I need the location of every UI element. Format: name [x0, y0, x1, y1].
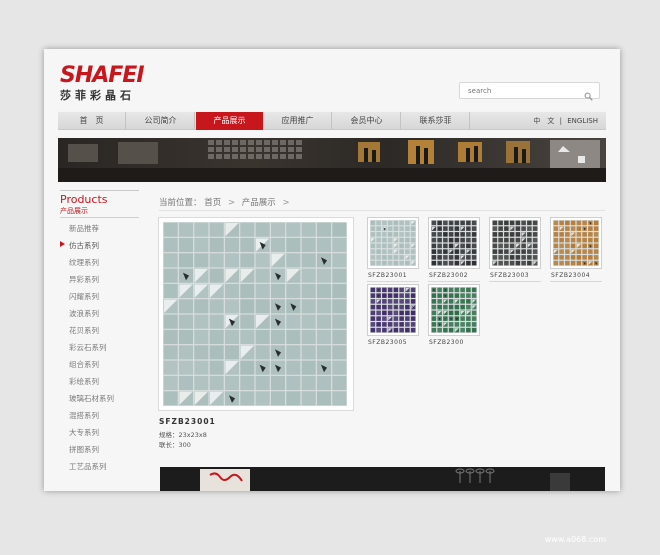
product-specs: 规格：23x23x8 联长：300	[159, 430, 207, 450]
category-list: 新品推荐 仿古系列 纹理系列 异彩系列 闪耀系列 波浪系列 花贝系列 彩云石系列…	[59, 223, 139, 478]
spec-label: 规格：	[159, 431, 179, 439]
category-label: 彩绘系列	[69, 377, 99, 386]
sidebar-title: Products	[60, 193, 108, 206]
search-icon[interactable]	[584, 86, 593, 101]
product-thumbnail[interactable]	[367, 217, 419, 269]
category-item-cloudstone[interactable]: 彩云石系列	[59, 342, 139, 359]
price-label: 联长：	[159, 441, 179, 449]
breadcrumb-home[interactable]: 首页	[204, 198, 221, 208]
sidebar-divider	[60, 217, 139, 218]
category-label: 花贝系列	[69, 326, 99, 335]
thumbnail-divider	[367, 281, 419, 282]
nav-about[interactable]: 公司简介	[127, 112, 195, 130]
logo-wordmark: SHAFEI	[60, 63, 145, 88]
lang-chinese[interactable]: 中 文	[533, 117, 554, 125]
application-photo	[160, 467, 605, 491]
watermark: www.a068.com	[544, 535, 606, 544]
category-item-shell[interactable]: 花贝系列	[59, 325, 139, 342]
spec-value: 23x23x8	[178, 431, 207, 439]
lang-separator: |	[559, 117, 562, 125]
category-item-iridescent[interactable]: 异彩系列	[59, 274, 139, 291]
logo[interactable]: SHAFEI 莎菲彩晶石	[60, 63, 160, 107]
logo-chinese: 莎菲彩晶石	[60, 89, 135, 102]
page-card: SHAFEI 莎菲彩晶石 首 页 公司简介 产品展示 应用推广 会员中心 联系莎…	[44, 49, 620, 491]
category-item-puzzle[interactable]: 拼图系列	[59, 444, 139, 461]
category-item-craft[interactable]: 工艺品系列	[59, 461, 139, 478]
thumbnail-divider	[489, 281, 541, 282]
product-thumbnail[interactable]	[428, 217, 480, 269]
category-label: 异彩系列	[69, 275, 99, 284]
language-switch: 中 文 | ENGLISH	[533, 112, 598, 130]
category-label: 玻璃石材系列	[69, 394, 114, 403]
product-code: SFZB23001	[159, 417, 216, 426]
category-label: 新品推荐	[69, 224, 99, 233]
main-nav: 首 页 公司简介 产品展示 应用推广 会员中心 联系莎菲 中 文 | ENGLI…	[58, 111, 606, 130]
nav-applications[interactable]: 应用推广	[264, 112, 332, 130]
category-item-large[interactable]: 大专系列	[59, 427, 139, 444]
nav-products[interactable]: 产品展示	[196, 112, 263, 130]
category-label: 拼图系列	[69, 445, 99, 454]
category-item-sparkle[interactable]: 闪耀系列	[59, 291, 139, 308]
nav-members[interactable]: 会员中心	[333, 112, 401, 130]
category-item-texture[interactable]: 纹理系列	[59, 257, 139, 274]
chevron-right-icon: >	[282, 198, 290, 208]
lang-english[interactable]: ENGLISH	[567, 117, 598, 125]
sidebar-subtitle: 产品展示	[60, 207, 88, 215]
breadcrumb-prefix: 当前位置：	[159, 198, 202, 208]
breadcrumb-products[interactable]: 产品展示	[242, 198, 276, 208]
category-item-wave[interactable]: 波浪系列	[59, 308, 139, 325]
search-box	[459, 82, 600, 101]
category-label: 组合系列	[69, 360, 99, 369]
product-main-image[interactable]	[158, 217, 354, 411]
chevron-right-icon: >	[227, 198, 236, 208]
category-label: 闪耀系列	[69, 292, 99, 301]
thumbnail-code: SFZB23004	[551, 272, 591, 279]
thumbnail-code: SFZB23001	[368, 272, 408, 279]
sidebar-top-divider	[60, 190, 139, 191]
breadcrumb-divider	[159, 210, 605, 211]
nav-contact[interactable]: 联系莎菲	[402, 112, 470, 130]
thumbnail-code: SFZB23005	[368, 339, 408, 346]
category-label: 纹理系列	[69, 258, 99, 267]
category-label: 大专系列	[69, 428, 99, 437]
breadcrumb: 当前位置： 首页 > 产品展示 >	[159, 197, 294, 209]
thumbnail-code: SFZB2300	[429, 339, 464, 346]
thumbnail-code: SFZB23003	[490, 272, 530, 279]
category-label: 彩云石系列	[69, 343, 107, 352]
product-thumbnail[interactable]	[550, 217, 602, 269]
nav-home[interactable]: 首 页	[58, 112, 126, 130]
banner-image	[58, 138, 606, 182]
thumbnail-divider	[550, 281, 602, 282]
search-input[interactable]	[460, 83, 580, 98]
category-item-new[interactable]: 新品推荐	[59, 223, 139, 240]
product-thumbnail[interactable]	[489, 217, 541, 269]
category-label: 混搭系列	[69, 411, 99, 420]
product-thumbnail[interactable]	[367, 284, 419, 336]
category-item-glass-stone[interactable]: 玻璃石材系列	[59, 393, 139, 410]
arrow-right-icon	[60, 241, 65, 247]
product-thumbnail[interactable]	[428, 284, 480, 336]
category-label: 仿古系列	[69, 241, 99, 250]
category-item-antique[interactable]: 仿古系列	[59, 240, 139, 257]
price-value: 300	[178, 441, 191, 449]
category-label: 波浪系列	[69, 309, 99, 318]
category-label: 工艺品系列	[69, 462, 107, 471]
category-item-combination[interactable]: 组合系列	[59, 359, 139, 376]
category-item-mix[interactable]: 混搭系列	[59, 410, 139, 427]
thumbnail-divider	[428, 281, 480, 282]
thumbnail-code: SFZB23002	[429, 272, 469, 279]
category-item-painted[interactable]: 彩绘系列	[59, 376, 139, 393]
